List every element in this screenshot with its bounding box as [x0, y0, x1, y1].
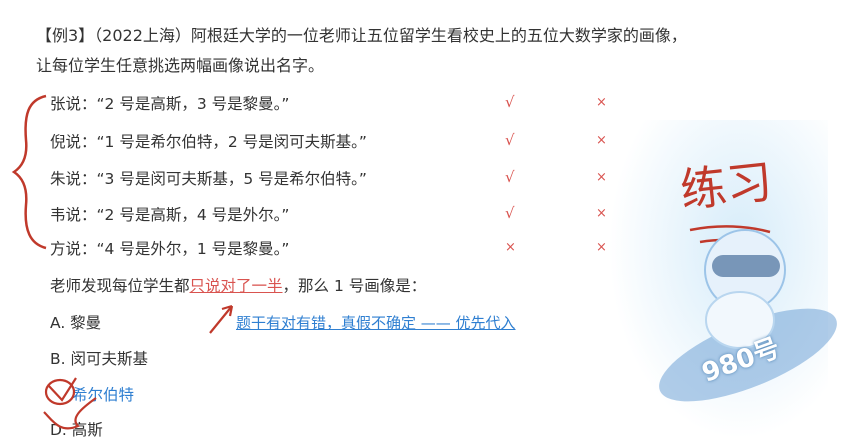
mascot-goggles: [712, 255, 780, 277]
option-c-circle: [44, 378, 76, 406]
arrow-annotation: [209, 304, 234, 334]
left-brace-annotation: [11, 94, 47, 250]
handwritten-note: 练习: [677, 154, 775, 218]
